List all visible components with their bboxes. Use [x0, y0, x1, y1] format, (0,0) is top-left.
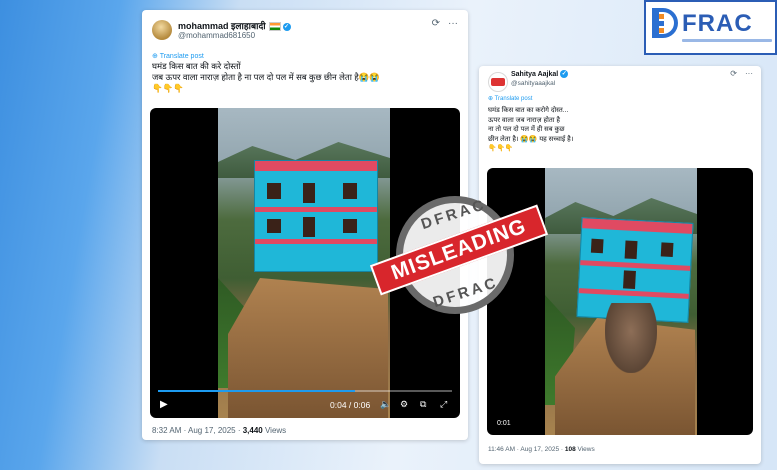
brand-tagline: [682, 39, 772, 42]
brand-logo: FRAC: [644, 0, 777, 55]
video-time: 0:01: [497, 420, 511, 427]
translate-icon: ⊕: [488, 96, 495, 102]
india-flag-icon: [268, 22, 281, 32]
pip-icon[interactable]: ⧉: [420, 399, 426, 410]
settings-icon[interactable]: ⚙: [400, 399, 408, 410]
play-icon[interactable]: ▶: [160, 399, 168, 410]
video-frame: [218, 108, 390, 418]
tweet-meta: 11:46 AM · Aug 17, 2025 · 108 Views: [488, 446, 595, 453]
grok-icon[interactable]: ⟳: [432, 18, 440, 29]
avatar[interactable]: [152, 20, 172, 40]
tweet-meta: 8:32 AM · Aug 17, 2025 · 3,440 Views: [152, 426, 287, 435]
brand-name: FRAC: [682, 10, 753, 37]
logo-d-icon: [652, 8, 678, 38]
misleading-stamp: DFRAC MISLEADING DFRAC: [369, 192, 549, 322]
display-name[interactable]: Sahitya Aajkal ✓: [511, 70, 569, 78]
debris: [605, 303, 657, 373]
more-icon[interactable]: ···: [745, 69, 753, 78]
house: [254, 160, 378, 272]
tweet-text: घमंड किस बात का करोगे दोस्त... ऊपर वाला …: [488, 107, 574, 152]
video-frame: [545, 168, 697, 435]
tweet-text: घमंड किस बात की करे दोस्तों जब ऊपर वाला …: [152, 61, 380, 93]
handle[interactable]: @mohammad681650: [178, 31, 255, 40]
top-actions: ⟳ ···: [424, 18, 458, 29]
video-time: 0:04 / 0:06: [330, 400, 371, 410]
translate-post-link[interactable]: ⊕ Translate post: [488, 95, 532, 102]
video-progress[interactable]: [158, 390, 452, 392]
verified-icon: ✓: [282, 22, 291, 31]
verified-icon: ✓: [560, 70, 569, 78]
fullscreen-icon[interactable]: ⤢: [440, 399, 447, 410]
video-controls: ▶ 0:04 / 0:06 🔈 ⚙ ⧉ ⤢: [150, 394, 460, 418]
volume-icon[interactable]: 🔈: [380, 399, 391, 410]
handle[interactable]: @sahityaaajkal: [511, 80, 555, 87]
more-icon[interactable]: ···: [448, 18, 458, 29]
translate-post-link[interactable]: ⊕ Translate post: [152, 52, 204, 60]
translate-icon: ⊕: [152, 53, 160, 60]
avatar[interactable]: [488, 72, 508, 92]
top-actions: ⟳ ···: [722, 69, 753, 78]
channel-logo: [491, 78, 505, 86]
grok-icon[interactable]: ⟳: [730, 69, 737, 78]
